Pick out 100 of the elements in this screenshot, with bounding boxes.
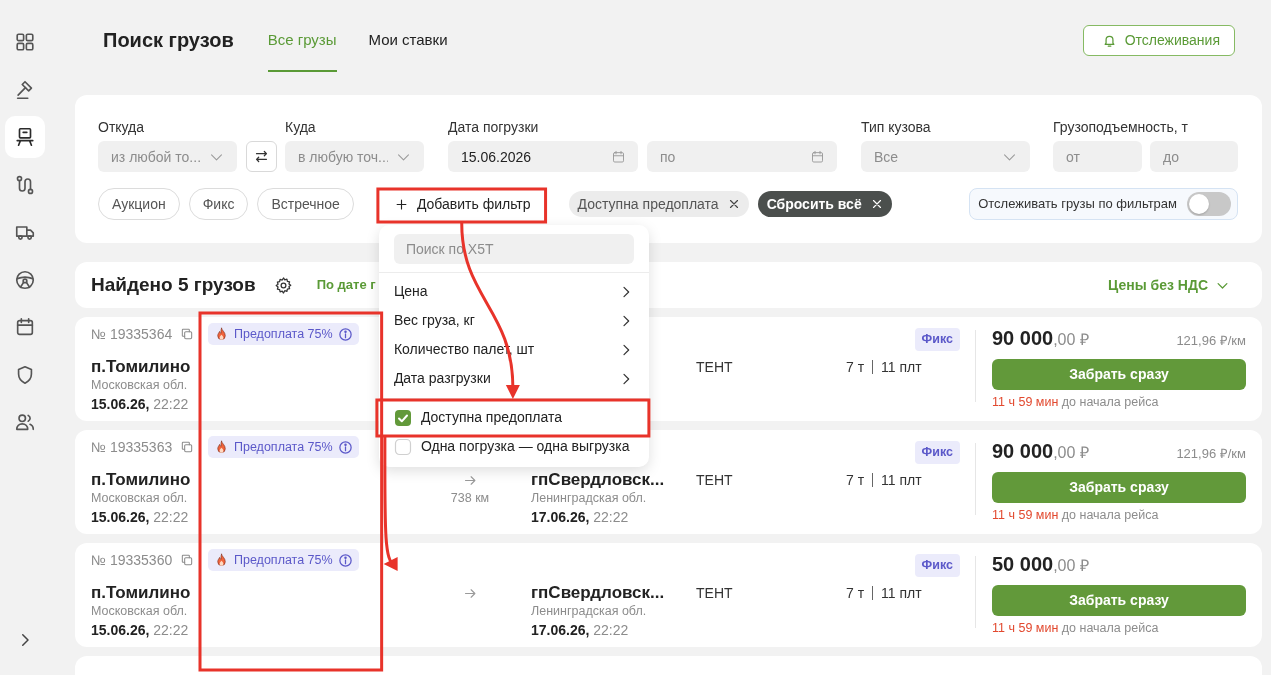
load-time: 22:22	[153, 622, 189, 638]
pallets-text: 11 плт	[881, 358, 922, 377]
from-select[interactable]: из любой то...	[98, 141, 237, 172]
checkbox-item[interactable]: Одна погрузка — одна выгрузка	[378, 432, 649, 461]
toggle-switch[interactable]	[1187, 192, 1231, 216]
cargo-number: № 19335360	[91, 550, 173, 570]
unload-time: 22:22	[593, 622, 629, 638]
countdown-note: до начала рейса	[1061, 621, 1159, 635]
info-icon[interactable]	[337, 439, 353, 455]
results-title: Найдено 5 грузов	[91, 272, 256, 297]
load-time: 22:22	[153, 396, 189, 412]
menu-item[interactable]: Цена	[378, 277, 649, 306]
prepayment-label: Предоплата 75%	[234, 438, 333, 456]
pallets-text: 11 плт	[881, 584, 922, 603]
box-on-stand-icon	[14, 126, 36, 148]
region-name: Ленинградская обл.	[531, 603, 648, 620]
swap-icon	[253, 148, 270, 165]
weight-text: 7 т	[846, 584, 865, 603]
cargo-number: № 19335363	[91, 437, 173, 457]
checkbox-item[interactable]: Доступна предоплата	[378, 403, 649, 432]
users-icon	[14, 411, 36, 433]
price-amount: 90 000,00 ₽	[992, 326, 1089, 351]
countdown-note: до начала рейса	[1061, 508, 1159, 522]
field-label: Откуда	[98, 118, 146, 137]
trackings-button[interactable]: Отслеживания	[1082, 25, 1235, 56]
copy-icon[interactable]	[180, 327, 195, 341]
date-from-field[interactable]: 15.06.2026	[448, 141, 638, 172]
price-type-badge: Фикс	[914, 441, 960, 464]
field-label: Грузоподъемность, т	[1053, 118, 1189, 137]
capacity-min-field[interactable]: от	[1053, 141, 1142, 172]
cargo-number: № 19335364	[91, 324, 173, 344]
copy-icon[interactable]	[180, 553, 195, 567]
menu-item[interactable]: Вес груза, кг	[378, 306, 649, 335]
date-to-field[interactable]: по	[647, 141, 837, 172]
pallets-text: 11 плт	[881, 471, 922, 490]
calendar-icon	[611, 149, 626, 164]
swap-button[interactable]	[246, 141, 277, 172]
city-name: п.Томилино	[91, 583, 192, 603]
price-amount: 90 000,00 ₽	[992, 439, 1089, 464]
region-name: Московская обл.	[91, 603, 189, 620]
load-date: 15.06.26,	[91, 509, 150, 525]
sidebar-item[interactable]	[5, 116, 45, 158]
info-icon[interactable]	[337, 326, 353, 342]
load-date: 15.06.26,	[91, 396, 150, 412]
countdown-text: 11 ч 59 мин	[992, 621, 1059, 635]
distance-text: 738 км	[450, 490, 490, 507]
unload-time: 22:22	[593, 509, 629, 525]
city-name: гпСвердловск...	[531, 470, 666, 490]
trade-type-chip[interactable]: Аукцион	[98, 188, 180, 220]
field-label: Дата погрузки	[448, 118, 540, 137]
toggle-label: Отслеживать грузы по фильтрам	[978, 195, 1177, 214]
price-per-km: 121,96 ₽/км	[1176, 332, 1246, 350]
prepayment-label: Предоплата 75%	[234, 551, 333, 569]
price-type-badge: Фикс	[914, 328, 960, 351]
countdown-note: до начала рейса	[1061, 395, 1159, 409]
weight-text: 7 т	[846, 471, 865, 490]
city-name: гпСвердловск...	[531, 583, 666, 603]
copy-icon[interactable]	[180, 440, 195, 454]
menu-item[interactable]: Дата разгрузки	[378, 364, 649, 393]
load-time: 22:22	[153, 509, 189, 525]
countdown-text: 11 ч 59 мин	[992, 508, 1059, 522]
countdown-text: 11 ч 59 мин	[992, 395, 1059, 409]
calendar-icon	[14, 316, 36, 338]
flame-icon	[214, 439, 229, 455]
region-name: Московская обл.	[91, 490, 189, 507]
to-select[interactable]: в любую точ...	[285, 141, 424, 172]
calendar-icon	[810, 149, 825, 164]
steering-wheel-icon	[14, 268, 36, 291]
unload-date: 17.06.26,	[531, 622, 590, 638]
load-date: 15.06.26,	[91, 622, 150, 638]
field-label: Тип кузова	[861, 118, 932, 137]
tab[interactable]: Мои ставки	[368, 26, 448, 72]
trade-type-chip[interactable]: Встречное	[257, 188, 354, 220]
region-name: Московская обл.	[91, 377, 189, 394]
body-type: ТЕНТ	[696, 358, 734, 377]
info-icon[interactable]	[337, 552, 353, 568]
route-icon	[14, 173, 36, 196]
weight-text: 7 т	[846, 358, 865, 377]
price-per-km: 121,96 ₽/км	[1176, 445, 1246, 463]
flame-icon	[214, 326, 229, 342]
grid-icon	[14, 31, 36, 53]
body-type-select[interactable]: Все	[861, 141, 1030, 172]
flame-icon	[214, 552, 229, 568]
body-type: ТЕНТ	[696, 471, 734, 490]
search-field[interactable]: Поиск по X5T	[393, 234, 634, 264]
reset-all-button[interactable]: Сбросить всё	[757, 191, 892, 217]
trade-type-chip[interactable]: Фикс	[188, 188, 249, 220]
page-title: Поиск грузов	[103, 28, 234, 53]
body-type: ТЕНТ	[696, 584, 734, 603]
price-amount: 50 000,00 ₽	[992, 552, 1089, 577]
applied-filter-chip[interactable]: Доступна предоплата	[568, 191, 749, 217]
capacity-max-field[interactable]: до	[1150, 141, 1238, 172]
price-type-badge: Фикс	[914, 554, 960, 577]
field-label: Куда	[285, 118, 317, 137]
prepayment-label: Предоплата 75%	[234, 325, 333, 343]
plus-icon	[393, 196, 409, 212]
unload-date: 17.06.26,	[531, 509, 590, 525]
city-name: п.Томилино	[91, 470, 192, 490]
city-name: п.Томилино	[91, 357, 192, 377]
settings-icon[interactable]	[273, 275, 293, 295]
